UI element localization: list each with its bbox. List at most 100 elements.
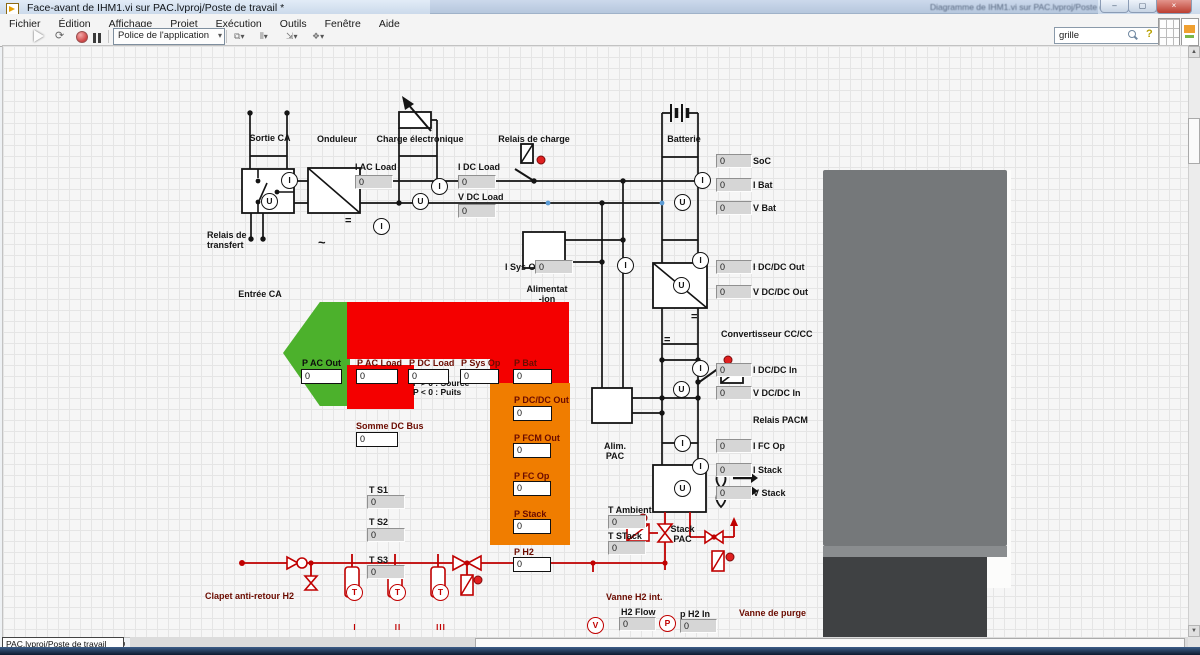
meter-current: I: [674, 435, 691, 452]
indicator-h2_flow[interactable]: 0: [619, 617, 656, 631]
indicator-t_s1[interactable]: 0: [367, 495, 405, 509]
power-control-p_h2[interactable]: 0: [513, 557, 551, 572]
power-control-p_stack[interactable]: 0: [513, 519, 551, 534]
vertical-scroll-thumb[interactable]: [1188, 118, 1200, 164]
run-icon[interactable]: [34, 30, 44, 42]
maximize-button[interactable]: ▢: [1128, 0, 1157, 13]
scroll-down-arrow[interactable]: ▼: [1188, 625, 1200, 637]
tank-numeral: III: [436, 623, 446, 632]
meter-flow: V: [587, 617, 604, 634]
indicator-t_s2[interactable]: 0: [367, 528, 405, 542]
indicator-v_stack[interactable]: 0: [716, 486, 752, 500]
label-relais-transfert: Relais detransfert: [207, 230, 247, 250]
power-label-p_ac_load: P AC Load: [357, 358, 402, 368]
label-convertisseur: Convertisseur CC/CC: [721, 329, 813, 339]
indicator-label-t_stack: T STack: [608, 531, 642, 541]
power-control-p_dc_load[interactable]: 0: [408, 369, 449, 384]
indicator-p_h2_in[interactable]: 0: [680, 619, 717, 633]
power-label-p_bat: P Bat: [514, 358, 537, 368]
power-label-p_h2: P H2: [514, 547, 534, 557]
indicator-t_s3[interactable]: 0: [367, 565, 405, 579]
meter-voltage: U: [261, 193, 278, 210]
align-objects-dropdown[interactable]: ⧉▾: [232, 29, 256, 44]
indicator-label-i_ac_load: I AC Load: [355, 162, 397, 172]
window-title: Face-avant de IHM1.vi sur PAC.lvproj/Pos…: [27, 2, 284, 14]
meter-current: I: [692, 252, 709, 269]
power-label-p_fc_op: P FC Op: [514, 471, 549, 481]
indicator-label-v_dcdc_in: V DC/DC In: [753, 388, 801, 398]
indicator-t_ambient[interactable]: 0: [608, 515, 646, 529]
connector-pane-icon[interactable]: [1158, 18, 1180, 46]
power-label-p_fcm_out: P FCM Out: [514, 433, 560, 443]
help-icon[interactable]: ?: [1146, 28, 1153, 40]
label-alimentation: Alimentat-ion: [526, 284, 568, 304]
indicator-label-i_dc_load: I DC Load: [458, 162, 500, 172]
indicator-label-t_s3: T S3: [369, 555, 388, 565]
indicator-i_dcdc_out[interactable]: 0: [716, 260, 752, 274]
converter-dc-symbol: =: [664, 335, 670, 345]
power-control-p_sys_op[interactable]: 0: [460, 369, 499, 384]
power-control-p_ac_out[interactable]: 0: [301, 369, 342, 384]
meter-temperature: T: [346, 584, 363, 601]
power-control-p_fcm_out[interactable]: 0: [513, 443, 551, 458]
meter-current: I: [694, 172, 711, 189]
vi-icon[interactable]: [1181, 18, 1199, 46]
indicator-i_sys_op[interactable]: 0: [535, 260, 573, 274]
converter-dc-symbol: =: [691, 312, 697, 322]
indicator-i_fc_op[interactable]: 0: [716, 439, 752, 453]
windows-taskbar[interactable]: [0, 647, 1200, 655]
indicator-i_dc_load[interactable]: 0: [458, 175, 496, 189]
indicator-label-t_ambient: T Ambient: [608, 505, 652, 515]
meter-voltage: U: [673, 381, 690, 398]
run-continuous-icon[interactable]: ⟳: [55, 29, 64, 43]
minimize-button[interactable]: –: [1100, 0, 1129, 13]
indicator-i_stack[interactable]: 0: [716, 463, 752, 477]
indicator-label-i_bat: I Bat: [753, 180, 773, 190]
indicator-label-i_dcdc_in: I DC/DC In: [753, 365, 797, 375]
indicator-i_bat[interactable]: 0: [716, 178, 752, 192]
indicator-i_ac_load[interactable]: 0: [355, 175, 393, 189]
power-control-p_ac_load[interactable]: 0: [356, 369, 398, 384]
indicator-t_stack[interactable]: 0: [608, 541, 646, 555]
pause-icon[interactable]: [93, 30, 103, 44]
meter-current: I: [692, 360, 709, 377]
close-button[interactable]: ×: [1156, 0, 1192, 14]
abort-icon[interactable]: [76, 31, 88, 43]
indicator-label-p_h2_in: p H2 In: [680, 609, 710, 619]
indicator-soc[interactable]: 0: [716, 154, 752, 168]
equipment-rack-photo: [823, 170, 1011, 588]
label-charge-electronique: Charge électronique: [376, 134, 463, 144]
tank-numeral: I: [353, 623, 356, 632]
label-clapet: Clapet anti-retour H2: [205, 591, 294, 601]
label-batterie: Batterie: [667, 134, 701, 144]
power-label-p_dcdc_out: P DC/DC Out: [514, 395, 569, 405]
note-puits: P < 0 : Puits: [413, 387, 461, 397]
font-selector[interactable]: Police de l'application 15pts▾: [113, 28, 225, 45]
indicator-i_dcdc_in[interactable]: 0: [716, 363, 752, 377]
power-label-somme_dc_bus: Somme DC Bus: [356, 421, 424, 431]
distribute-objects-dropdown[interactable]: ⫴▾: [258, 29, 282, 44]
label-stack-pac: StackPAC: [656, 524, 709, 544]
indicator-label-v_stack: V Stack: [753, 488, 786, 498]
indicator-label-i_fc_op: I FC Op: [753, 441, 785, 451]
power-control-somme_dc_bus[interactable]: 0: [356, 432, 398, 447]
meter-voltage: U: [412, 193, 429, 210]
resize-objects-dropdown[interactable]: ⇲▾: [284, 29, 308, 44]
meter-voltage: U: [674, 480, 691, 497]
label-vanne-de-purge: Vanne de purge: [739, 608, 806, 618]
scroll-up-arrow[interactable]: ▲: [1188, 46, 1200, 58]
background-window-titlebar[interactable]: Diagramme de IHM1.vi sur PAC.lvproj/Post…: [430, 0, 1098, 14]
power-control-p_dcdc_out[interactable]: 0: [513, 406, 552, 421]
power-control-p_bat[interactable]: 0: [513, 369, 552, 384]
chevron-down-icon: ▾: [218, 29, 222, 43]
meter-pressure: P: [659, 615, 676, 632]
indicator-v_dcdc_out[interactable]: 0: [716, 285, 752, 299]
indicator-v_dcdc_in[interactable]: 0: [716, 386, 752, 400]
indicator-label-v_bat: V Bat: [753, 203, 776, 213]
label-relais-de-charge: Relais de charge: [498, 134, 570, 144]
power-control-p_fc_op[interactable]: 0: [513, 481, 551, 496]
indicator-v_dc_load[interactable]: 0: [458, 204, 496, 218]
reorder-dropdown[interactable]: ❖▾: [310, 29, 334, 44]
indicator-v_bat[interactable]: 0: [716, 201, 752, 215]
front-panel-grid[interactable]: P > 0 : Source P < 0 : Puits: [3, 46, 1188, 637]
